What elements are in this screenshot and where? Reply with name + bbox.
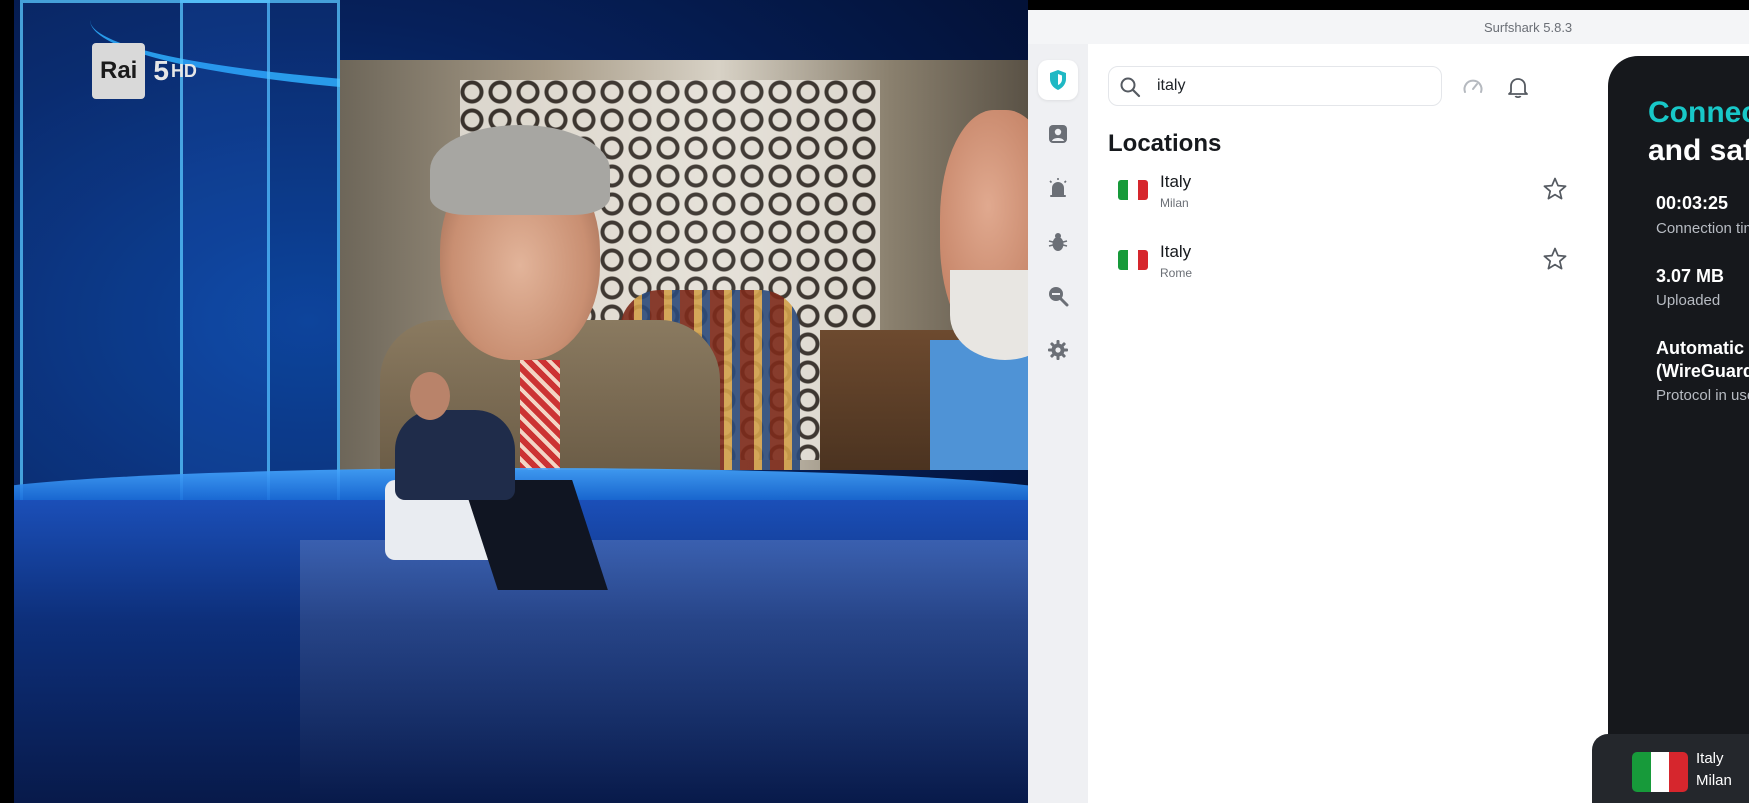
location-country: Italy: [1160, 242, 1192, 261]
location-city: Milan: [1160, 196, 1189, 210]
uploaded-label: Uploaded: [1656, 292, 1721, 309]
person-icon: [1049, 125, 1067, 143]
shield-icon: [1050, 70, 1066, 90]
floor-reflection: [300, 540, 1028, 803]
favorite-star-icon[interactable]: [1542, 246, 1568, 272]
person-left-tie: [520, 360, 560, 470]
locations-panel: Locations Italy Milan Italy Rome: [1088, 44, 1592, 803]
location-country: Italy: [1160, 172, 1192, 191]
current-location-bar[interactable]: Italy Milan: [1592, 734, 1749, 803]
location-city: Rome: [1160, 266, 1193, 280]
sidebar-nav: [1028, 44, 1088, 803]
surfshark-window: Surfshark 5.8.3 italy Locations Italy Mi…: [1028, 10, 1749, 803]
title-bar[interactable]: Surfshark 5.8.3: [1028, 10, 1749, 44]
search-zoom-icon: [1049, 287, 1069, 307]
connection-status-panel: Connected and safe 00:03:25 Connection t…: [1592, 44, 1749, 803]
tv-broadcast-video: Rai 5 HD: [0, 0, 1028, 803]
italy-flag-icon: [1632, 752, 1688, 792]
status-heading-safe: and safe: [1648, 134, 1749, 167]
location-row-italy-milan[interactable]: Italy Milan: [1108, 162, 1578, 218]
nav-search[interactable]: [1038, 276, 1078, 316]
search-input[interactable]: [1157, 75, 1427, 97]
connection-time-value: 00:03:25: [1656, 193, 1729, 213]
bug-icon: [1048, 233, 1068, 251]
current-location-city: Milan: [1696, 772, 1732, 789]
protocol-value-line2: (WireGuard®): [1656, 361, 1749, 381]
person-right-shirt: [930, 340, 1028, 470]
search-icon: [1119, 76, 1141, 103]
alarm-icon: [1049, 178, 1067, 197]
channel-logo-suffix: HD: [170, 60, 197, 81]
channel-logo-number: 5: [153, 55, 169, 86]
speedometer-icon: [1463, 79, 1483, 93]
channel-logo-brand: Rai: [92, 43, 146, 99]
channel-logo: Rai 5 HD: [92, 42, 197, 100]
gear-icon: [1048, 340, 1068, 360]
host-body: [395, 410, 515, 500]
person-left-hair: [430, 125, 610, 215]
uploaded-value: 3.07 MB: [1656, 266, 1725, 286]
bell-icon: [1508, 78, 1528, 99]
current-location-country: Italy: [1696, 750, 1724, 767]
left-black-border: [0, 0, 14, 803]
nav-alert[interactable]: [1038, 168, 1078, 208]
location-row-italy-rome[interactable]: Italy Rome: [1108, 232, 1578, 288]
protocol-value-line1: Automatic: [1656, 338, 1745, 358]
connection-time-label: Connection time: [1656, 220, 1749, 237]
search-box[interactable]: [1108, 66, 1442, 106]
nav-antivirus[interactable]: [1038, 222, 1078, 262]
favorite-star-icon[interactable]: [1542, 176, 1568, 202]
nav-account[interactable]: [1038, 114, 1078, 154]
notifications-button[interactable]: [1503, 72, 1533, 102]
status-card: Connected and safe 00:03:25 Connection t…: [1608, 56, 1749, 803]
locations-heading: Locations: [1108, 130, 1222, 157]
italy-flag-icon: [1118, 250, 1148, 270]
nav-vpn[interactable]: [1038, 60, 1078, 100]
protocol-label: Protocol in use: [1656, 387, 1749, 404]
italy-flag-icon: [1118, 180, 1148, 200]
speed-test-button[interactable]: [1458, 72, 1488, 102]
screen: Rai 5 HD Surfshark 5.8.3 italy Locations…: [0, 0, 1749, 803]
status-heading-connected: Connected: [1648, 96, 1749, 129]
host-head: [410, 372, 450, 420]
window-title: Surfshark 5.8.3: [1484, 20, 1573, 35]
nav-settings[interactable]: [1038, 330, 1078, 370]
